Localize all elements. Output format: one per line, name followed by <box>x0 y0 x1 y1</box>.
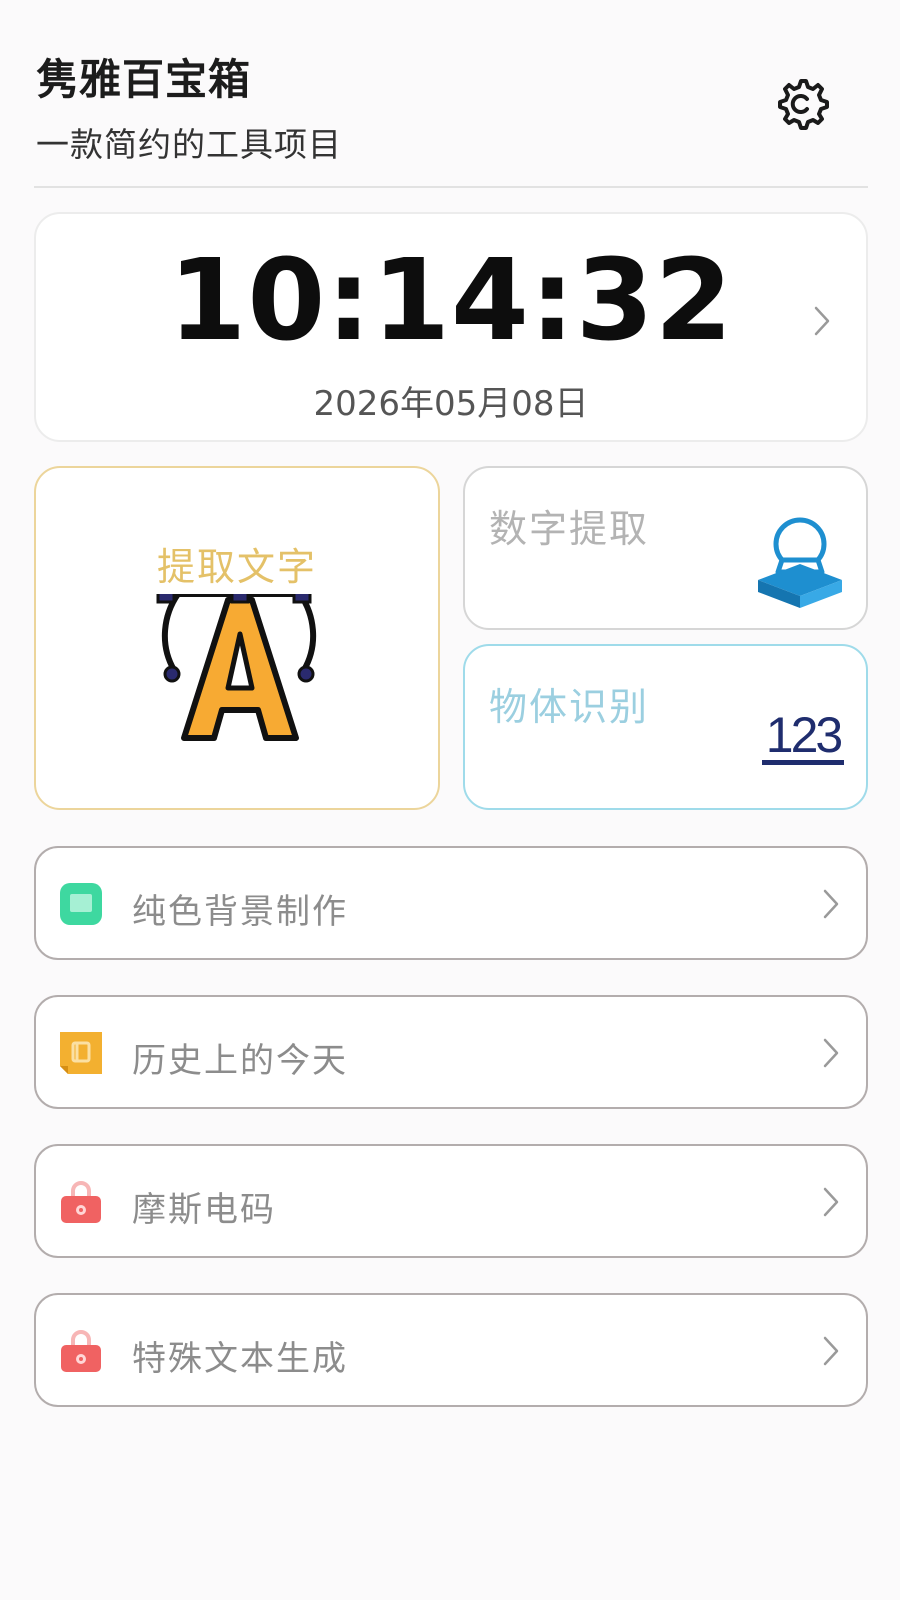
list-item-history-today[interactable]: 历史上的今天 <box>34 995 868 1109</box>
object-recognition-tile[interactable]: 物体识别 123 <box>463 644 868 810</box>
clock-card[interactable]: 10:14:32 2026年05月08日 <box>34 212 868 442</box>
list-item-label: 特殊文本生成 <box>132 1339 348 1379</box>
digit-extract-tile[interactable]: 数字提取 <box>463 466 868 630</box>
stamp-icon <box>758 517 842 608</box>
extract-text-label: 提取文字 <box>156 545 317 589</box>
digit-extract-label: 数字提取 <box>489 507 650 551</box>
chevron-right-icon <box>823 1336 839 1366</box>
clock-date: 2026年05月08日 <box>313 384 589 424</box>
app-title: 隽雅百宝箱 <box>36 55 252 104</box>
list-item-morse-code[interactable]: 摩斯电码 <box>34 1144 868 1258</box>
yellow-calendar-icon <box>60 1032 102 1074</box>
list-item-special-text[interactable]: 特殊文本生成 <box>34 1293 868 1407</box>
list-item-label: 历史上的今天 <box>132 1041 348 1081</box>
numbers-123-icon: 123 <box>762 707 844 765</box>
green-picture-icon <box>60 883 102 925</box>
clock-time: 10:14:32 <box>168 236 734 366</box>
chevron-right-icon <box>823 889 839 919</box>
red-lock-icon <box>61 1181 101 1223</box>
chevron-right-icon <box>814 306 830 336</box>
gear-icon <box>778 79 829 130</box>
app-subtitle: 一款简约的工具项目 <box>36 125 342 164</box>
list-item-label: 摩斯电码 <box>132 1190 276 1230</box>
red-lock-icon <box>61 1330 101 1372</box>
vector-pen-letter-a-icon <box>156 594 317 741</box>
chevron-right-icon <box>823 1038 839 1068</box>
list-item-solid-background[interactable]: 纯色背景制作 <box>34 846 868 960</box>
chevron-right-icon <box>823 1187 839 1217</box>
list-item-label: 纯色背景制作 <box>132 892 348 932</box>
header-divider <box>34 186 868 188</box>
object-recognition-label: 物体识别 <box>489 685 650 729</box>
extract-text-tile[interactable]: 提取文字 <box>34 466 440 810</box>
settings-button[interactable] <box>770 72 832 134</box>
numbers-123-text: 123 <box>766 707 842 763</box>
